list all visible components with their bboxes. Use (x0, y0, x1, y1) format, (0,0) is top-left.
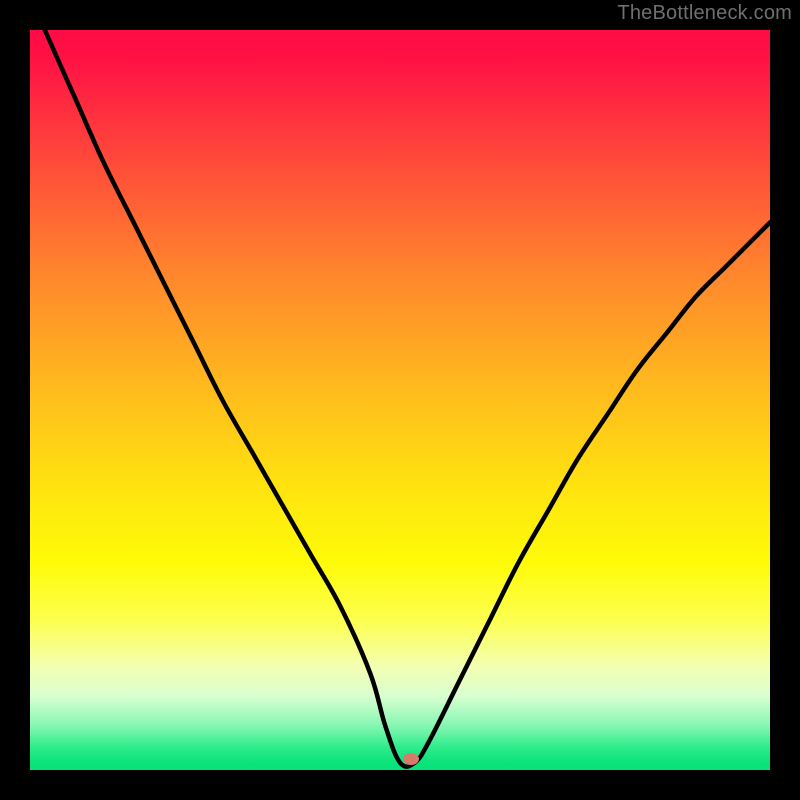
minimum-marker (403, 753, 419, 765)
attribution-watermark: TheBottleneck.com (617, 2, 792, 25)
bottleneck-curve (30, 30, 770, 770)
chart-frame: TheBottleneck.com (0, 0, 800, 800)
curve-path (45, 30, 770, 767)
plot-area (30, 30, 770, 770)
